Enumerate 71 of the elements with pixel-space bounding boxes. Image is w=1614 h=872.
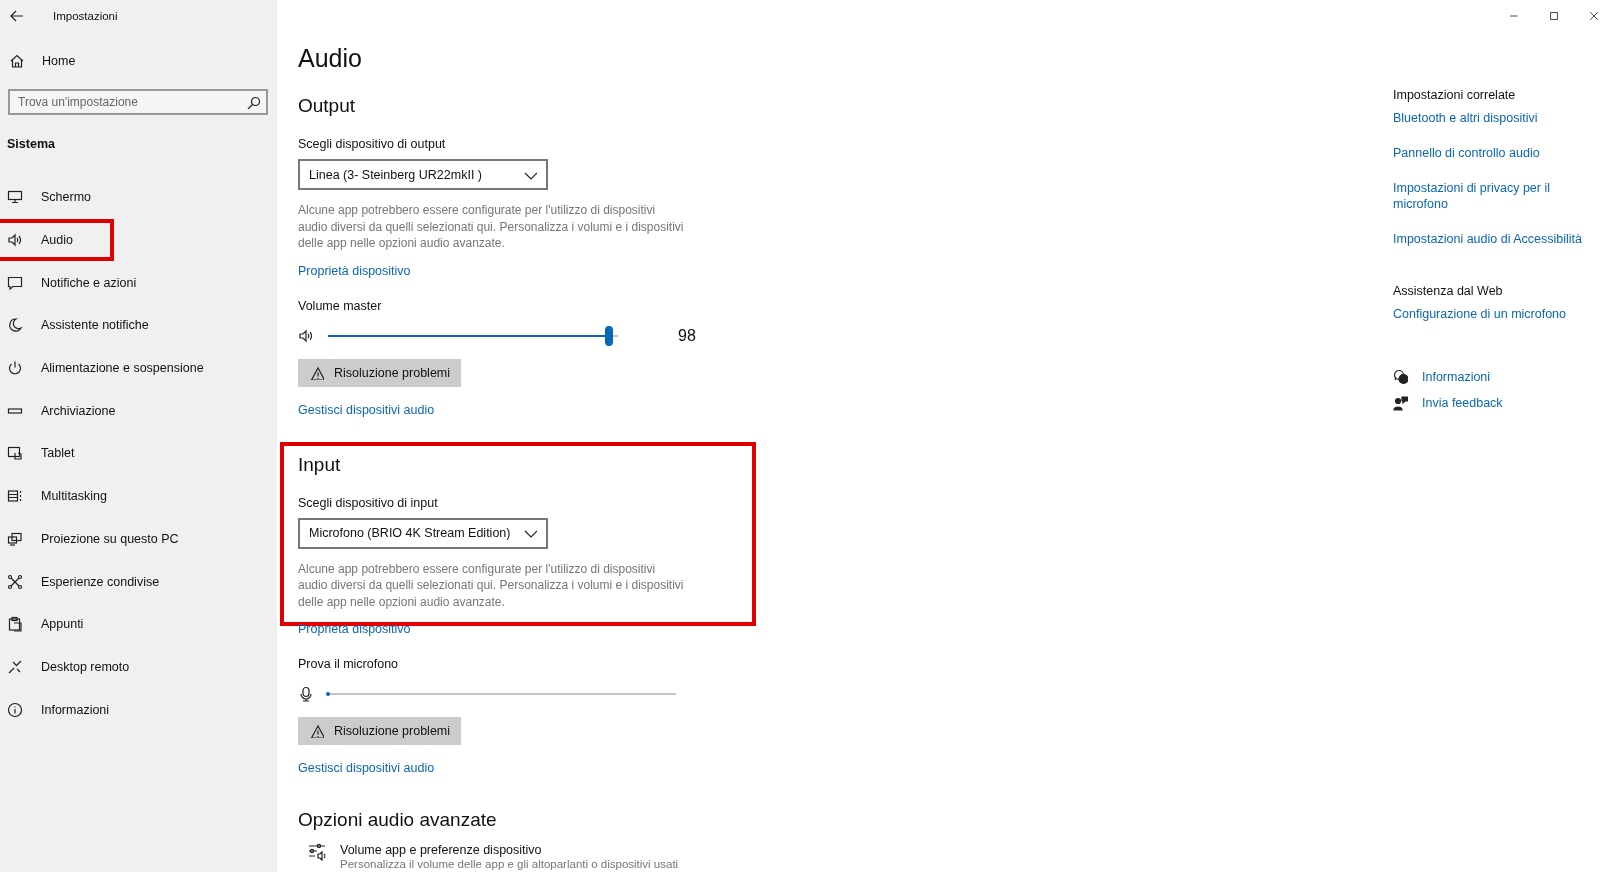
field-label: Prova il microfono [298,657,400,671]
search-icon [246,95,260,109]
remote-icon [7,658,23,675]
maximize-icon [1548,10,1560,22]
manage-devices-link[interactable]: Gestisci dispositivi audio [298,761,435,775]
device-properties-link[interactable]: Proprietà dispositivo [298,263,411,278]
sidebar-item[interactable]: Proiezione su questo PC [0,517,203,561]
warning-icon [310,365,324,380]
sidebar-item[interactable]: Notifiche e azioni [0,261,161,305]
back-arrow-icon [9,8,25,24]
section-heading: Input [298,453,342,476]
section-heading: Output [298,95,357,117]
multitasking-icon [7,488,23,505]
power-icon [7,360,23,377]
related-link[interactable]: Configurazione di un microfono [1393,306,1567,322]
help-chat-icon [1393,369,1408,385]
sidebar-item[interactable]: Informazioni [0,688,134,731]
related-link[interactable]: Impostazioni audio di Accessibilità [1393,231,1582,247]
moon-icon [7,317,23,334]
option-title[interactable]: Volume app e preferenze dispositivo [340,843,679,857]
help-text: Alcune app potrebbero essere configurate per l'utilizzo di dispositivi audio diversi da quelli selezionati qui. Personalizza i volumi e i dispositivi delle app nelle opzioni audio avanzate. [298,202,685,252]
monitor-icon [7,189,23,206]
sidebar-item[interactable]: Esperienze condivise [0,560,184,603]
clipboard-icon [7,616,23,633]
manage-devices-link[interactable]: Gestisci dispositivi audio [298,402,435,417]
help-link[interactable]: Invia feedback [1422,395,1503,411]
sidebar-item[interactable]: Assistente notifiche [0,304,173,347]
related-link[interactable]: Bluetooth e altri dispositivi [1393,110,1538,126]
sidebar-item[interactable]: Audio [0,218,114,262]
search-field[interactable]: Trova un'impostazione [8,89,268,115]
sidebar-item[interactable]: Tablet [0,432,114,475]
sidebar-item[interactable]: Alimentazione e sospensione [0,346,228,390]
window-title: Impostazioni [53,10,118,22]
help-link[interactable]: Informazioni [1422,369,1491,385]
field-label: Scegli dispositivo di output [298,137,447,151]
volume-value: 98 [678,326,696,345]
sidebar-item[interactable]: Archiviazione [0,389,140,433]
sidebar-item[interactable]: Appunti [0,602,114,646]
speaker-icon [7,232,23,249]
option-description: Personalizza il volume delle app e gli altoparlanti o dispositivi usati [340,858,679,870]
device-properties-link[interactable]: Proprietà dispositivo [298,622,411,636]
field-label: Scegli dispositivo di input [298,495,439,510]
microphone-icon [298,686,314,702]
tablet-icon [7,445,23,462]
mixer-icon [308,843,328,861]
slider-thumb[interactable] [605,325,614,346]
warning-icon [310,724,324,738]
group-heading: Impostazioni correlate [1393,88,1517,102]
info-icon [7,701,23,718]
section-heading: Opzioni audio avanzate [298,809,498,831]
sidebar-item[interactable]: Desktop remoto [0,645,154,689]
related-link[interactable]: Impostazioni di privacy per il microfono [1393,180,1593,212]
share-icon [7,573,23,590]
close-icon [1588,10,1600,22]
field-label: Volume master [298,298,383,313]
sidebar-item[interactable]: Schermo [0,176,116,219]
related-link[interactable]: Pannello di controllo audio [1393,145,1540,161]
group-heading: Assistenza dal Web [1393,284,1504,298]
page-title: Audio [298,44,363,73]
sidebar-item[interactable]: Multitasking [0,474,131,518]
projection-icon [7,530,23,547]
home-link[interactable]: Home [0,46,118,76]
feedback-person-icon [1393,395,1408,411]
troubleshoot-button[interactable]: Risoluzione problemi [298,358,461,387]
message-icon [7,274,23,291]
home-icon [9,53,25,69]
help-text: Alcune app potrebbero essere configurate per l'utilizzo di dispositivi audio diversi da quelli selezionati qui. Personalizza i volumi e i dispositivi delle app nelle opzioni audio avanzate. [298,560,685,610]
device-dropdown[interactable]: Microfono (BRIO 4K Stream Edition) [298,517,548,549]
device-dropdown[interactable]: Linea (3- Steinberg UR22mkII ) [298,159,548,190]
section-heading: Sistema [7,137,56,153]
troubleshoot-button[interactable]: Risoluzione problemi [298,717,461,745]
